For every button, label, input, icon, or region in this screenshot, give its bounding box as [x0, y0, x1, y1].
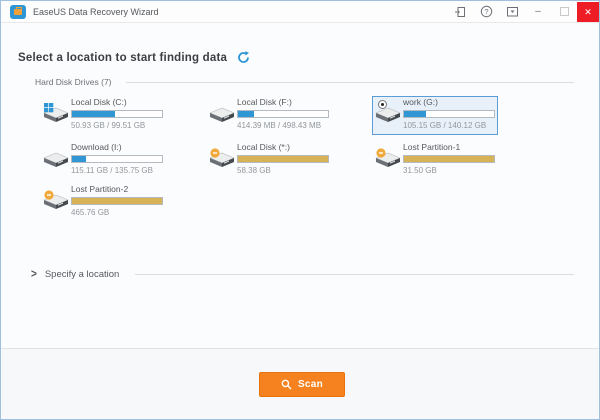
hard-drive-icon	[43, 190, 69, 214]
drive-size: 414.39 MB / 498.43 MB	[237, 121, 331, 130]
lost-partition-badge-icon	[210, 148, 219, 157]
window-title: EaseUS Data Recovery Wizard	[33, 7, 159, 17]
drive-label: Local Disk (C:)	[71, 97, 165, 107]
close-button[interactable]: ✕	[577, 2, 599, 22]
scan-button[interactable]: Scan	[259, 372, 345, 397]
app-logo-icon	[10, 5, 26, 19]
easeus-data-recovery-window: { "window": { "title": "EaseUS Data Reco…	[0, 0, 600, 420]
drive-item[interactable]: Local Disk (F:) 414.39 MB / 498.43 MB	[209, 97, 333, 135]
section-divider	[126, 82, 574, 83]
drive-usage-fill	[72, 198, 162, 204]
drive-usage-bar	[71, 197, 163, 205]
drive-size: 50.93 GB / 99.51 GB	[71, 121, 165, 130]
drive-label: Download (I:)	[71, 142, 165, 152]
maximize-button[interactable]	[551, 1, 577, 22]
drive-usage-bar	[71, 110, 163, 118]
page-title: Select a location to start finding data	[18, 52, 227, 64]
signin-icon[interactable]	[447, 1, 473, 22]
drive-usage-bar	[403, 110, 495, 118]
drive-item[interactable]: work (G:) 105.15 GB / 140.12 GB	[375, 97, 499, 135]
hard-drive-icon	[43, 148, 69, 172]
drive-item[interactable]: Lost Partition-2 465.76 GB	[43, 184, 167, 222]
drive-item[interactable]: Local Disk (*:) 58.38 GB	[209, 142, 333, 180]
drive-label: Lost Partition-1	[403, 142, 497, 152]
drive-size: 58.38 GB	[237, 166, 331, 175]
drive-label: Lost Partition-2	[71, 184, 165, 194]
drive-size: 105.15 GB / 140.12 GB	[403, 121, 497, 130]
lost-partition-badge-icon	[376, 148, 385, 157]
drive-label: Local Disk (F:)	[237, 97, 331, 107]
drive-size: 31.50 GB	[403, 166, 497, 175]
drive-usage-bar	[71, 155, 163, 163]
hard-drive-icon	[43, 103, 69, 127]
scan-button-label: Scan	[298, 379, 323, 390]
svg-text:?: ?	[484, 7, 488, 16]
specify-location-label: Specify a location	[45, 269, 119, 280]
hard-drive-icon	[209, 103, 235, 127]
drive-item[interactable]: Lost Partition-1 31.50 GB	[375, 142, 499, 180]
drive-usage-bar	[237, 155, 329, 163]
drive-usage-fill	[72, 111, 115, 117]
drive-usage-bar	[237, 110, 329, 118]
search-icon	[281, 379, 292, 390]
refresh-icon[interactable]	[237, 51, 250, 64]
hard-drive-icon	[375, 103, 401, 127]
section-hard-disk-drives: Hard Disk Drives (7)	[35, 77, 112, 87]
drive-usage-fill	[238, 111, 254, 117]
hard-drive-icon	[375, 148, 401, 172]
drive-usage-fill	[72, 156, 86, 162]
minimize-button[interactable]: –	[525, 1, 551, 22]
chevron-right-icon: >	[31, 268, 37, 281]
hard-drive-icon	[209, 148, 235, 172]
drive-usage-fill	[238, 156, 328, 162]
footer: Scan	[1, 348, 599, 419]
drive-item[interactable]: Local Disk (C:) 50.93 GB / 99.51 GB	[43, 97, 167, 135]
drive-usage-fill	[404, 156, 494, 162]
drive-usage-fill	[404, 111, 426, 117]
drive-size: 115.11 GB / 135.75 GB	[71, 166, 165, 175]
specify-divider	[135, 274, 574, 275]
specify-location-toggle[interactable]: > Specify a location	[31, 269, 574, 280]
drive-usage-bar	[403, 155, 495, 163]
drive-size: 465.76 GB	[71, 208, 165, 217]
drive-label: work (G:)	[403, 97, 497, 107]
drive-label: Local Disk (*:)	[237, 142, 331, 152]
lost-partition-badge-icon	[44, 190, 53, 199]
menu-icon[interactable]	[499, 1, 525, 22]
help-icon[interactable]: ?	[473, 1, 499, 22]
titlebar: EaseUS Data Recovery Wizard ? – ✕	[1, 1, 599, 23]
drive-item[interactable]: Download (I:) 115.11 GB / 135.75 GB	[43, 142, 167, 180]
